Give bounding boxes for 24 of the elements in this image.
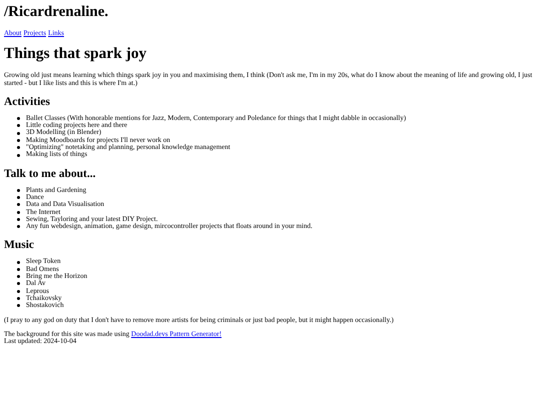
bullet-icon	[17, 196, 20, 200]
bullet-icon	[17, 290, 20, 293]
bullet-icon	[17, 268, 20, 271]
bullet-icon	[17, 218, 20, 221]
bullet-icon	[17, 124, 20, 128]
bullet-icon	[17, 138, 20, 142]
bullet-icon	[17, 203, 20, 206]
bullet-icon	[17, 146, 20, 150]
section-heading: Activities	[4, 96, 50, 109]
bullet-icon	[17, 304, 20, 308]
bullet-icon	[17, 275, 20, 278]
section-heading: Talk to me about...	[4, 168, 96, 181]
bullet-icon	[17, 210, 20, 214]
bullet-icon	[17, 117, 20, 120]
bullet-icon	[17, 132, 20, 135]
bullet-icon	[17, 297, 20, 300]
bullet-icon	[17, 282, 20, 286]
site-title: /Ricardrenaline.	[4, 4, 108, 20]
page-heading: Things that spark joy	[4, 45, 147, 62]
bullet-icon	[17, 154, 20, 157]
section-heading: Music	[4, 239, 34, 252]
bullet-icon	[17, 225, 20, 228]
bullet-icon	[17, 188, 20, 192]
bullet-icon	[17, 260, 20, 264]
